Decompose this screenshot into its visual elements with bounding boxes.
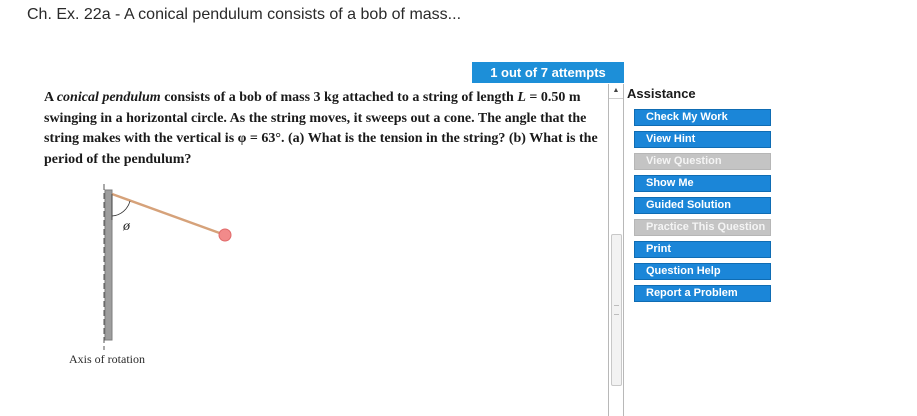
check-my-work-button[interactable]: Check My Work [634,109,771,126]
question-text-part1: A [44,90,57,105]
view-hint-button[interactable]: View Hint [634,131,771,148]
vertical-scrollbar[interactable]: ▲ [608,84,624,416]
practice-this-question-button: Practice This Question [634,219,771,236]
guided-solution-button[interactable]: Guided Solution [634,197,771,214]
vertical-pole [104,189,113,341]
assistance-button-list: Check My Work View Hint View Question Sh… [634,109,771,307]
attempts-badge: 1 out of 7 attempts [472,62,624,83]
axis-of-rotation-label: Axis of rotation [69,352,145,366]
assistance-heading: Assistance [627,86,696,101]
show-me-button[interactable]: Show Me [634,175,771,192]
report-a-problem-button[interactable]: Report a Problem [634,285,771,302]
question-text: A conical pendulum consists of a bob of … [44,88,604,170]
length-variable: L [517,90,526,105]
angle-phi-label: ø [122,219,131,234]
scrollbar-thumb[interactable] [611,234,622,386]
angle-arc [111,200,131,217]
question-text-part2: consists of a bob of mass 3 kg attached … [160,90,518,105]
question-help-button[interactable]: Question Help [634,263,771,280]
print-button[interactable]: Print [634,241,771,258]
pendulum-bob [218,228,232,242]
scrollbar-grip-icon [614,305,619,315]
page-title: Ch. Ex. 22a - A conical pendulum consist… [27,6,462,23]
conical-pendulum-figure: ø [103,184,232,350]
view-question-button: View Question [634,153,771,170]
question-term: conical pendulum [56,90,161,105]
triangle-up-icon[interactable]: ▲ [609,84,623,99]
